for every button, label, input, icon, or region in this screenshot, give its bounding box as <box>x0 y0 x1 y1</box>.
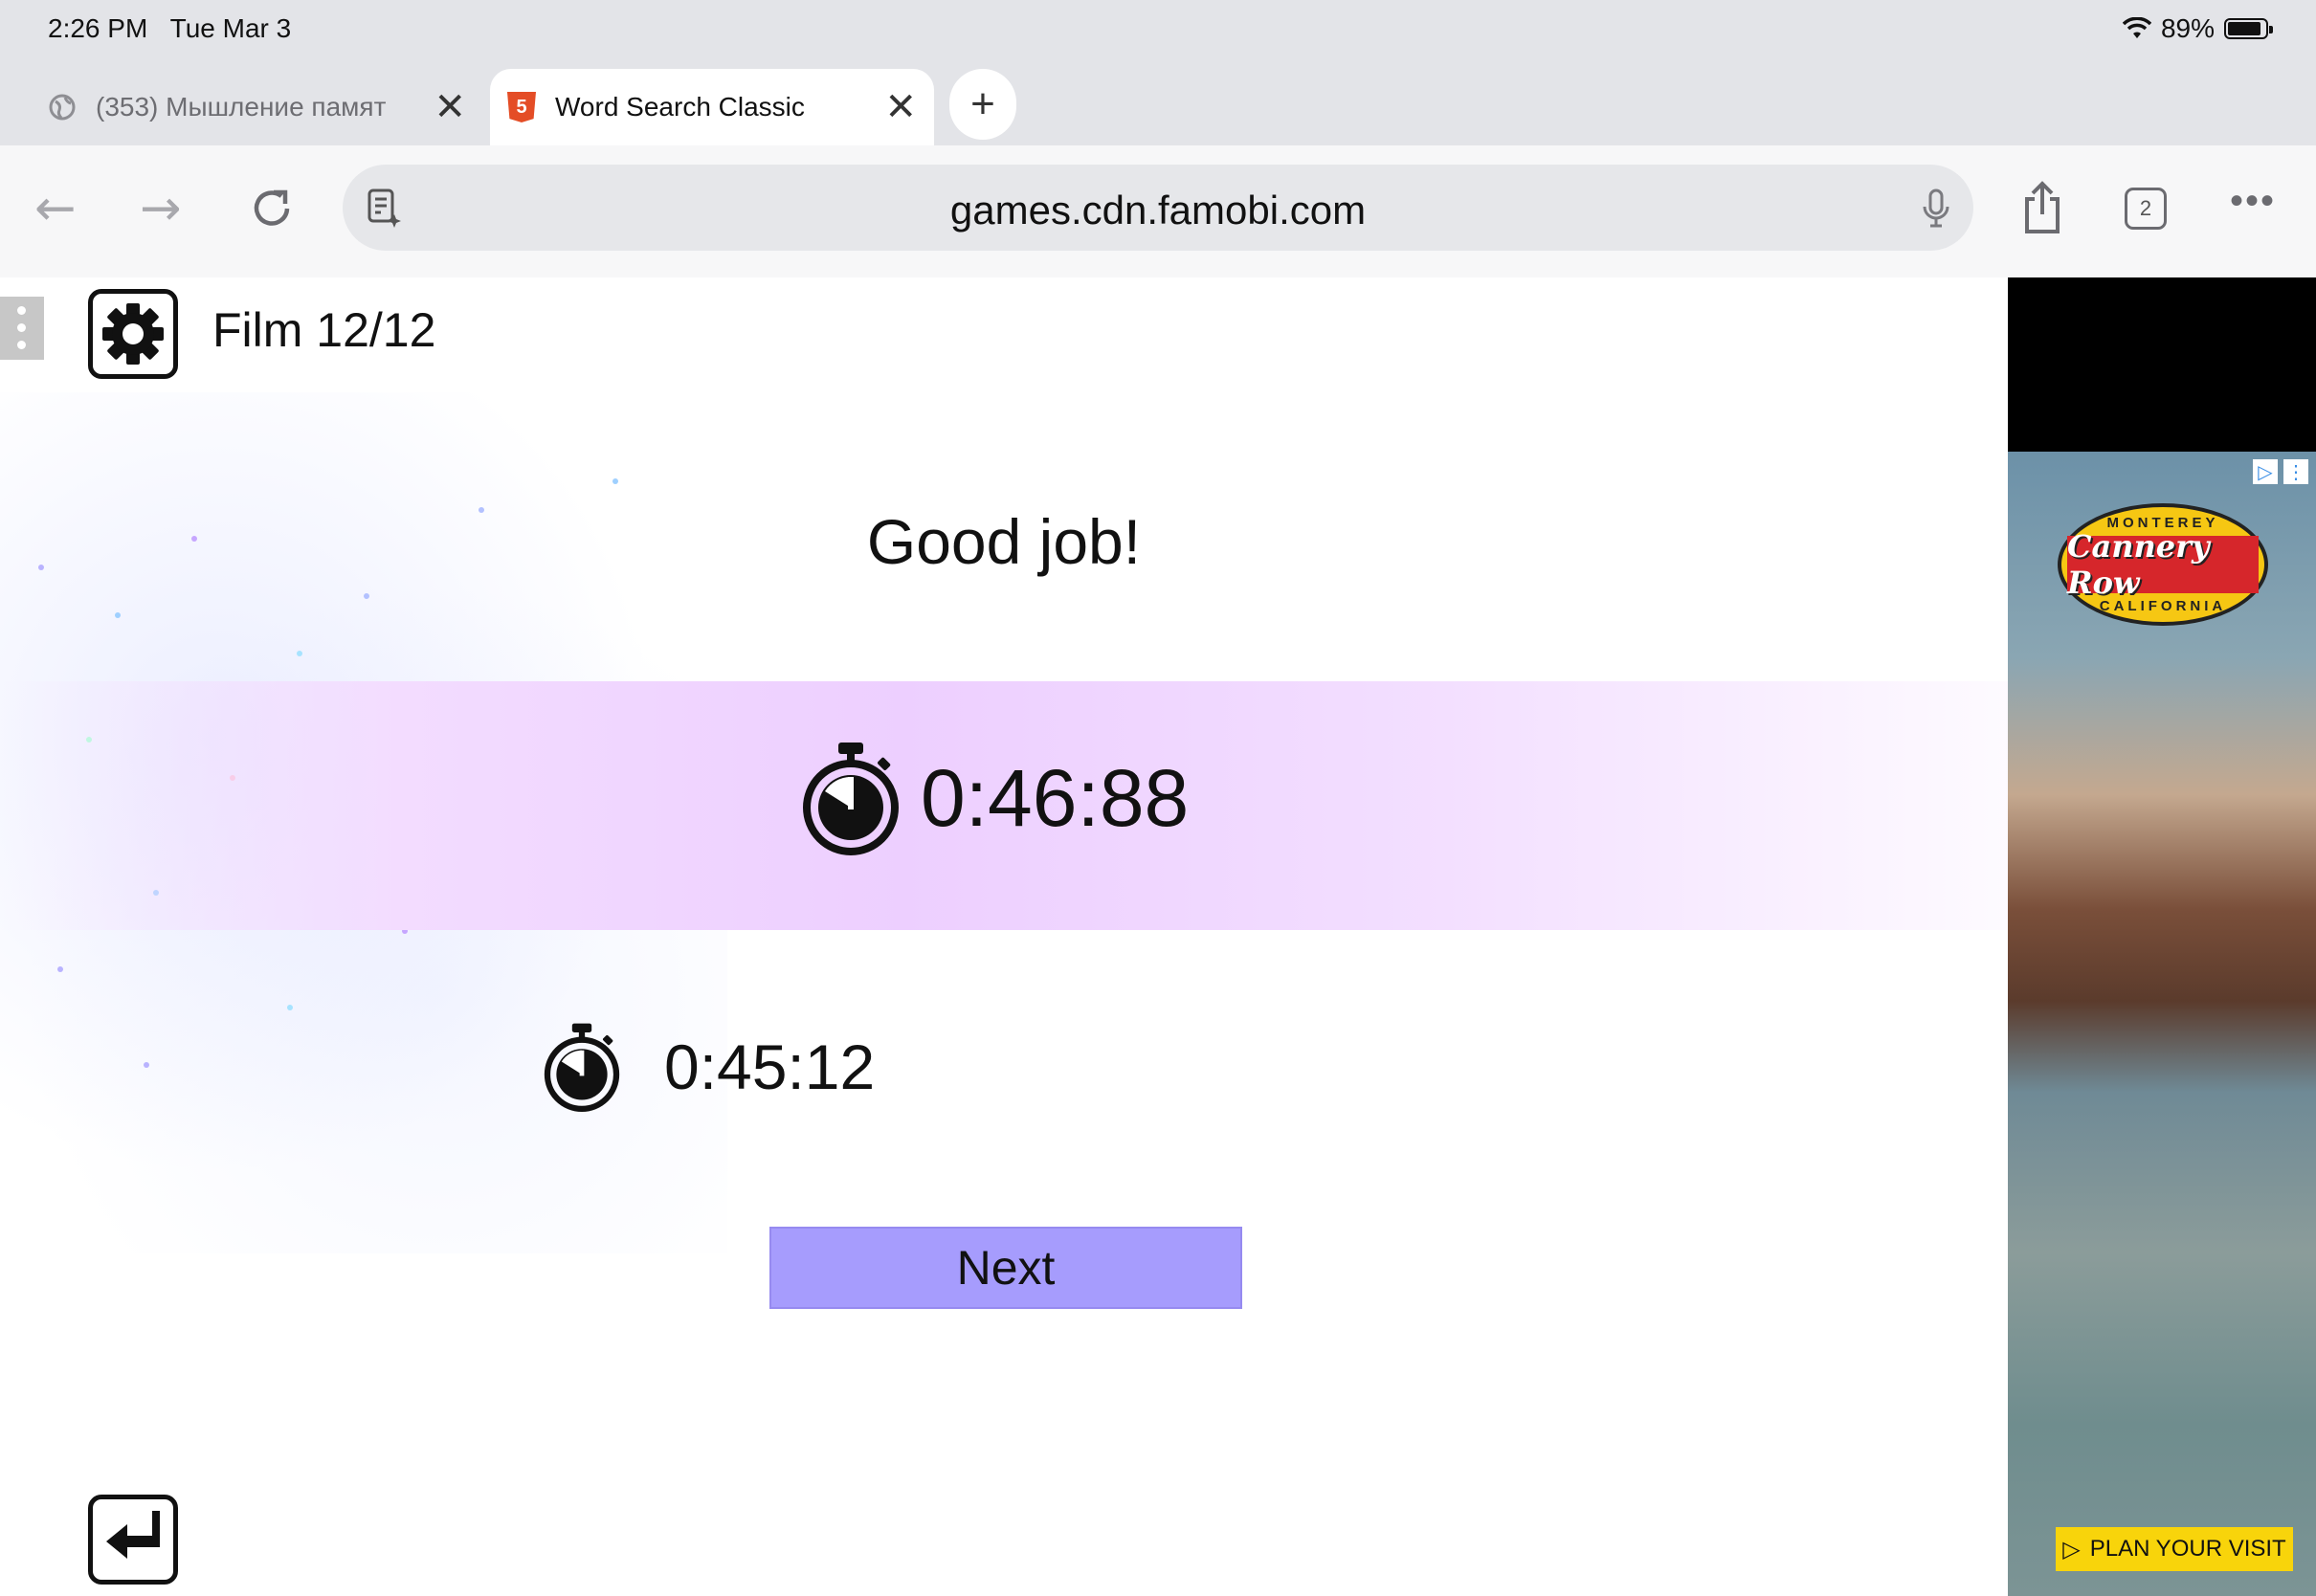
tab-title: Word Search Classic <box>555 92 805 122</box>
particle <box>297 651 302 656</box>
ad-cta-label: PLAN YOUR VISIT <box>2089 1536 2286 1562</box>
current-time-row: 0:46:88 <box>800 741 1189 855</box>
particle <box>612 478 618 484</box>
next-button[interactable]: Next <box>769 1227 1242 1309</box>
play-icon: ▷ <box>2062 1536 2081 1563</box>
ad-logo-top: MONTEREY <box>2106 515 2219 531</box>
particle <box>144 1062 149 1068</box>
ad-cta-button[interactable]: ▷ PLAN YOUR VISIT <box>2056 1527 2293 1571</box>
best-time: 0:45:12 <box>664 1031 876 1102</box>
url-text: games.cdn.famobi.com <box>949 188 1367 233</box>
ad-logo-main: Cannery Row <box>2067 528 2259 601</box>
microphone-icon[interactable] <box>1922 188 1950 230</box>
globe-icon <box>49 94 76 121</box>
back-button[interactable] <box>88 1495 178 1585</box>
status-time: 2:26 PM <box>48 13 148 43</box>
status-date: Tue Mar 3 <box>169 13 292 43</box>
tab-title: (353) Мышление памят <box>96 92 387 122</box>
html5-icon: 5 <box>507 92 536 122</box>
status-bar-right: 89% <box>2122 13 2273 44</box>
side-menu-handle[interactable] <box>0 297 44 360</box>
stopwatch-icon <box>803 743 899 855</box>
settings-button[interactable] <box>88 289 178 379</box>
browser-top-chrome: 2:26 PM Tue Mar 3 89% (353) Мышление пам… <box>0 0 2316 145</box>
particle <box>364 593 369 599</box>
current-time: 0:46:88 <box>921 752 1190 843</box>
particle <box>287 1005 293 1010</box>
level-label: Film 12/12 <box>212 303 436 357</box>
tab-active[interactable]: 5 Word Search Classic ✕ <box>490 69 934 145</box>
ad-logo-bottom: CALIFORNIA <box>2099 598 2227 614</box>
browser-toolbar: ← → games.cdn.famobi.com 2 ••• <box>0 145 2316 279</box>
particle <box>57 966 63 972</box>
result-headline: Good job! <box>866 506 1142 577</box>
status-bar-time: 2:26 PM Tue Mar 3 <box>48 13 291 44</box>
forward-arrow-icon[interactable]: → <box>140 180 182 237</box>
stopwatch-icon <box>544 1023 620 1112</box>
game-canvas[interactable]: Film 12/12 Good job! 0:46:88 0:45:12 Nex… <box>0 277 2008 1596</box>
more-options-icon[interactable]: ••• <box>2230 180 2276 223</box>
adchoices-icon[interactable]: ▷ <box>2253 459 2278 484</box>
back-arrow-icon[interactable]: ← <box>34 180 77 237</box>
ad-logo: MONTEREY Cannery Row CALIFORNIA <box>2058 503 2268 626</box>
particle <box>115 612 121 618</box>
advertisement[interactable]: ▷ ⋮ MONTEREY Cannery Row CALIFORNIA ▷ PL… <box>2008 277 2316 1596</box>
tab-overview-button[interactable]: 2 <box>2125 188 2167 230</box>
battery-icon <box>2224 18 2273 39</box>
battery-percent: 89% <box>2160 13 2215 43</box>
reload-icon[interactable] <box>245 182 299 235</box>
gear-icon <box>102 303 164 365</box>
wifi-icon <box>2122 17 2151 38</box>
ad-choices-badge[interactable]: ▷ ⋮ <box>2253 459 2308 484</box>
close-tab-icon[interactable]: ✕ <box>434 88 466 126</box>
new-tab-button[interactable]: + <box>949 69 1016 140</box>
tab-inactive[interactable]: (353) Мышление памят ✕ <box>0 69 483 145</box>
return-arrow-icon <box>106 1511 160 1559</box>
address-bar[interactable]: games.cdn.famobi.com <box>343 165 1973 251</box>
close-tab-icon[interactable]: ✕ <box>884 88 917 126</box>
ad-menu-icon[interactable]: ⋮ <box>2283 459 2308 484</box>
best-time-row: 0:45:12 <box>542 1022 875 1112</box>
share-icon[interactable] <box>2019 180 2065 235</box>
